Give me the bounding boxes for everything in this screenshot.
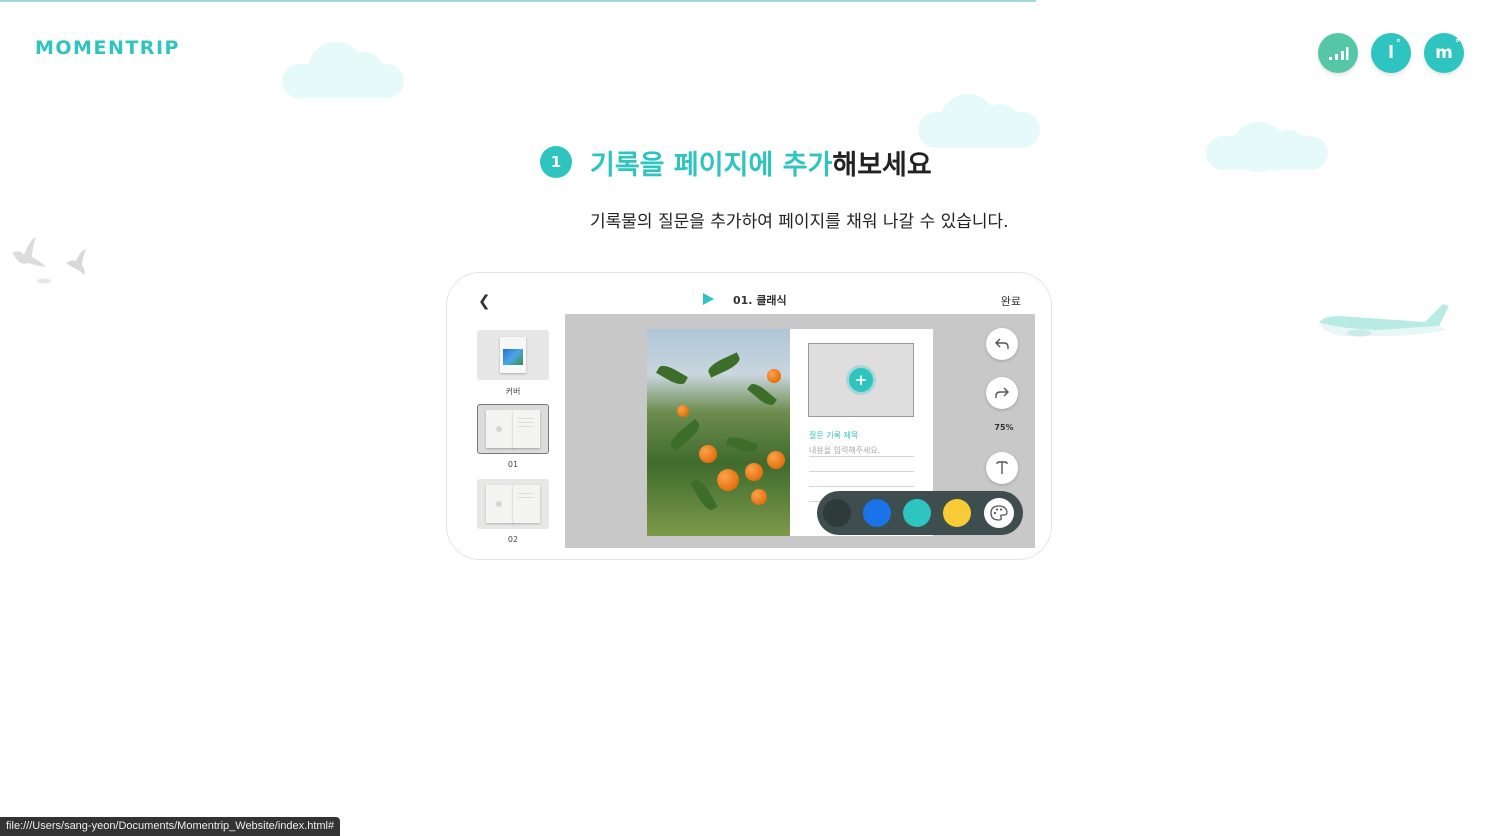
section-title: 기록을 페이지에 추가해보세요	[590, 143, 932, 182]
m-button-label: m	[1435, 43, 1453, 63]
palette-button[interactable]	[984, 498, 1014, 528]
page-thumbnail-list: 커버 01 02	[465, 314, 565, 548]
color-swatch-yellow[interactable]	[943, 499, 971, 527]
cloud-decoration	[282, 42, 404, 98]
status-bar-url: file:///Users/sang-yeon/Documents/Moment…	[0, 817, 341, 836]
zoom-level: 75%	[994, 423, 1014, 432]
color-picker-bar	[817, 491, 1023, 535]
undo-icon	[995, 338, 1009, 349]
text-style-icon	[996, 461, 1008, 474]
color-swatch-dark[interactable]	[823, 499, 851, 527]
step-badge: 1	[540, 146, 572, 178]
color-swatch-teal[interactable]	[903, 499, 931, 527]
album-title: 01. 클래식	[733, 294, 787, 307]
airplane-decoration	[1319, 304, 1449, 337]
text-line	[809, 486, 914, 487]
thumbnail-page-01[interactable]	[477, 404, 549, 454]
thumbnail-label: 01	[507, 460, 519, 469]
thumbnail-label: 커버	[505, 387, 521, 396]
section-title-rest: 해보세요	[832, 150, 932, 181]
cloud-decoration	[918, 94, 1040, 148]
bar-chart-icon	[1329, 47, 1349, 60]
done-button[interactable]: 완료	[1001, 293, 1021, 309]
editor-canvas: + 질문 기록 제목 내용을 입력해주세요. 75%	[565, 314, 1035, 548]
cloud-decoration	[1206, 122, 1328, 172]
degree-mark: °	[1395, 38, 1401, 49]
degree-mark: °	[1454, 38, 1460, 49]
app-header: ❮ 01. 클래식 완료	[465, 286, 1035, 314]
app-screen: ❮ 01. 클래식 완료 커버 01 02 + 질문 기록 제목 내용을 입력해…	[465, 286, 1035, 548]
book-page-preview	[486, 410, 540, 448]
content-input[interactable]: 내용을 입력해주세요.	[809, 445, 880, 456]
l-button-label: l	[1388, 43, 1394, 63]
momentrip-logo[interactable]: MOMENTRIP	[35, 37, 180, 59]
birds-decoration	[12, 237, 86, 284]
play-icon[interactable]	[703, 293, 714, 305]
thumbnail-label: 02	[507, 535, 519, 544]
redo-button[interactable]	[986, 377, 1018, 409]
stats-button[interactable]	[1318, 33, 1358, 73]
section-subtitle: 기록물의 질문을 추가하여 페이지를 채워 나갈 수 있습니다.	[590, 212, 1009, 232]
color-swatch-blue[interactable]	[863, 499, 891, 527]
undo-button[interactable]	[986, 328, 1018, 360]
redo-icon	[995, 387, 1009, 398]
text-line	[809, 471, 914, 472]
top-progress-line	[0, 0, 1036, 2]
add-image-button[interactable]: +	[849, 368, 873, 392]
question-title[interactable]: 질문 기록 제목	[809, 430, 858, 441]
text-line	[809, 456, 914, 457]
cover-image	[500, 337, 526, 373]
text-style-button[interactable]	[986, 452, 1018, 484]
thumbnail-cover[interactable]	[477, 330, 549, 380]
m-button[interactable]: m °	[1424, 33, 1464, 73]
section-title-highlight: 기록을 페이지에 추가	[590, 150, 833, 181]
tangerine-photo[interactable]	[647, 329, 790, 536]
book-page-preview	[486, 485, 540, 523]
palette-icon	[990, 505, 1008, 521]
chevron-left-icon[interactable]: ❮	[478, 292, 491, 310]
image-placeholder[interactable]: +	[808, 343, 914, 417]
l-button[interactable]: l °	[1371, 33, 1411, 73]
thumbnail-page-02[interactable]	[477, 479, 549, 529]
